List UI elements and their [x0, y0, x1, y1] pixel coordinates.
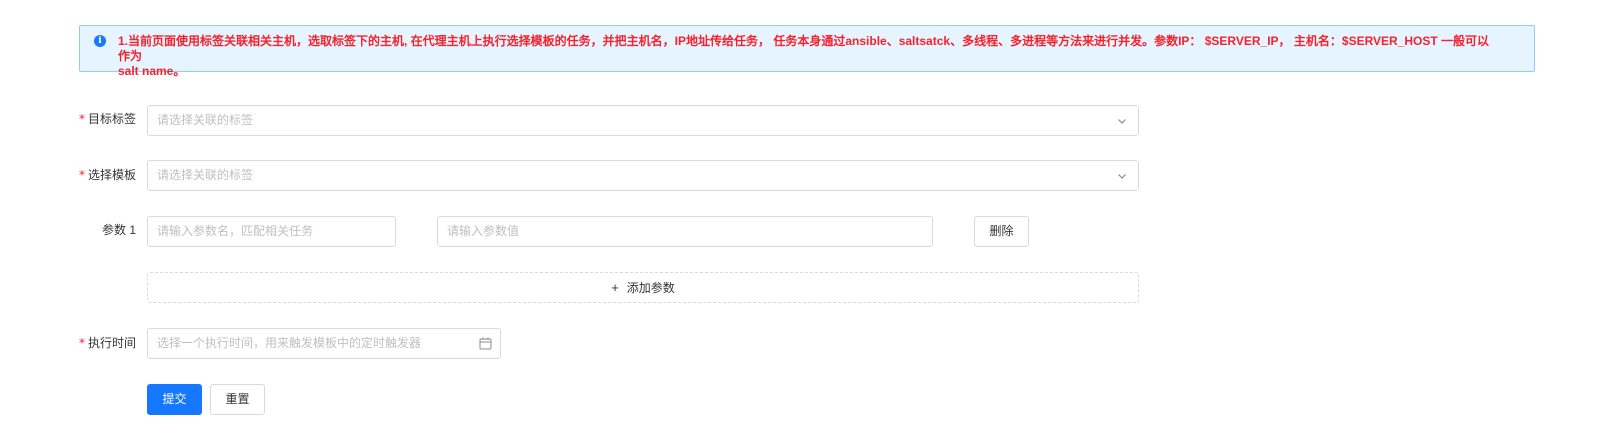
add-param-button[interactable]: + 添加参数	[147, 272, 1139, 303]
template-label-text: 选择模板	[88, 168, 137, 182]
plus-icon: +	[611, 280, 619, 295]
template-placeholder: 请选择关联的标签	[157, 168, 254, 182]
info-icon: i	[94, 35, 106, 47]
add-param-label: 添加参数	[626, 281, 675, 295]
required-asterisk: *	[79, 336, 85, 350]
chevron-down-icon	[1118, 174, 1126, 179]
required-asterisk: *	[79, 168, 85, 182]
target-tag-select[interactable]: 请选择关联的标签	[147, 105, 1139, 136]
target-tag-placeholder: 请选择关联的标签	[157, 113, 254, 127]
exec-time-label-text: 执行时间	[88, 336, 137, 350]
required-asterisk: *	[79, 112, 85, 126]
delete-param-button[interactable]: 删除	[974, 216, 1029, 247]
param-value-placeholder: 请输入参数值	[447, 224, 520, 238]
info-alert: i 1.当前页面使用标签关联相关主机，选取标签下的主机, 在代理主机上执行选择模…	[79, 25, 1535, 78]
reset-button[interactable]: 重置	[210, 384, 265, 415]
template-label: * 选择模板	[79, 160, 136, 190]
exec-time-picker[interactable]: 选择一个执行时间，用来触发模板中的定时触发器	[147, 328, 501, 359]
calendar-icon	[479, 337, 492, 350]
target-tag-label-text: 目标标签	[88, 112, 137, 126]
param-value-input[interactable]: 请输入参数值	[437, 216, 933, 247]
template-select[interactable]: 请选择关联的标签	[147, 160, 1139, 191]
param-label: 参数 1	[102, 223, 137, 237]
target-tag-label: * 目标标签	[79, 104, 136, 134]
exec-time-placeholder: 选择一个执行时间，用来触发模板中的定时触发器	[157, 336, 422, 350]
chevron-down-icon	[1118, 119, 1126, 124]
exec-time-label: * 执行时间	[79, 328, 136, 358]
param-name-input[interactable]: 请输入参数名，匹配相关任务	[147, 216, 396, 247]
submit-button[interactable]: 提交	[147, 384, 202, 415]
param-name-placeholder: 请输入参数名，匹配相关任务	[157, 224, 314, 238]
alert-message: 1.当前页面使用标签关联相关主机，选取标签下的主机, 在代理主机上执行选择模板的…	[118, 34, 1490, 78]
